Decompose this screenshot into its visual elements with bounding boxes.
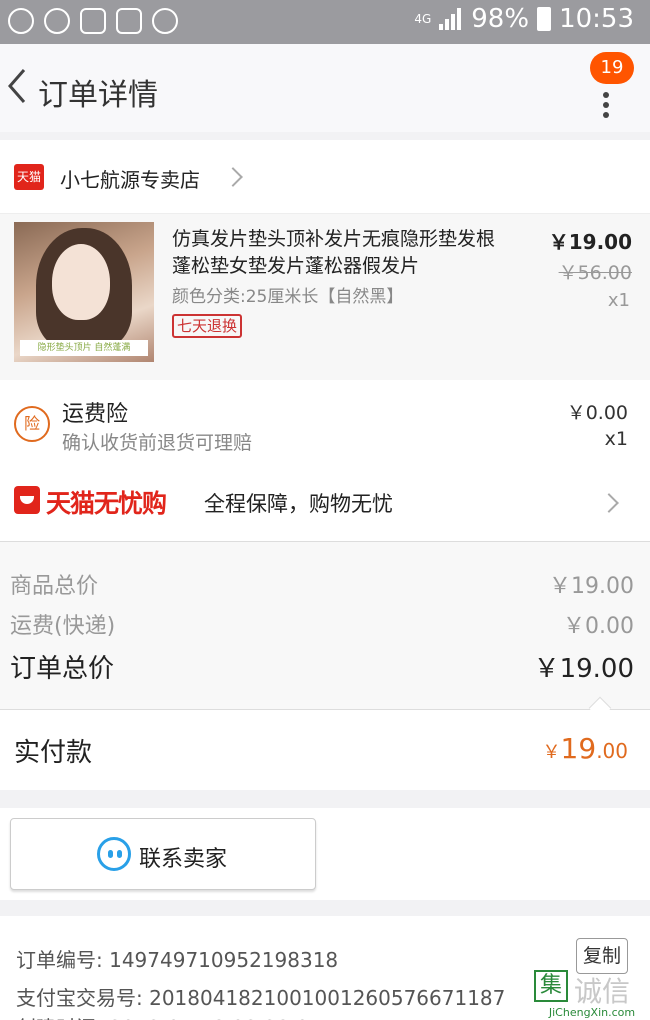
notification-badge: 19 — [590, 52, 634, 84]
product-price: ￥19.00 — [548, 230, 632, 254]
chevron-right-icon — [223, 167, 243, 187]
insurance-title: 运费险 — [62, 402, 129, 427]
tmall-wuyou-row[interactable]: 天猫无忧购 全程保障，购物无忧 — [0, 464, 650, 542]
tmall-wuyou-icon — [14, 486, 40, 514]
insurance-icon: 险 — [14, 406, 50, 442]
product-image: 隐形垫头顶片 自然蓬满 — [14, 222, 154, 362]
qq-icon — [152, 8, 178, 34]
shipping-value: ￥0.00 — [563, 614, 634, 639]
clock-icon — [116, 8, 142, 34]
created-time: 创建时间: 2018-04-18 08:28:01 — [16, 1012, 322, 1020]
product-quantity: x1 — [607, 290, 630, 311]
contact-seller-button[interactable]: 联系卖家 — [10, 818, 316, 890]
image-icon — [80, 8, 106, 34]
chevron-right-icon — [599, 493, 619, 513]
battery-percent: 98% — [471, 4, 530, 34]
actual-payment-amount: ￥19.00 — [542, 732, 628, 765]
shipping-label: 运费(快递) — [10, 614, 116, 639]
shipping-insurance: 险 运费险 确认收货前退货可理赔 ￥0.00 x1 — [0, 380, 650, 464]
contact-section: 联系卖家 — [0, 808, 650, 900]
watermark-text: 诚信 — [574, 975, 631, 1008]
product-spec: 颜色分类:25厘米长【自然黑】 — [172, 287, 404, 307]
contact-seller-label: 联系卖家 — [139, 847, 228, 872]
chat-icon — [97, 837, 131, 871]
signal-icon — [439, 8, 463, 30]
back-arrow-icon[interactable] — [4, 66, 32, 106]
order-total-value: ￥19.00 — [533, 654, 634, 684]
price-summary: 商品总价 ￥19.00 运费(快递) ￥0.00 订单总价 ￥19.00 — [0, 542, 650, 720]
status-bar: 4G 98% 10:53 — [0, 0, 650, 44]
insurance-quantity: x1 — [604, 428, 628, 450]
tmall-logo-icon: 天猫 — [14, 164, 44, 190]
actual-payment: 实付款 ￥19.00 — [0, 710, 650, 790]
goods-total-label: 商品总价 — [10, 574, 99, 599]
copy-button[interactable]: 复制 — [576, 938, 628, 974]
tmall-wuyou-brand: 天猫无忧购 — [46, 489, 167, 518]
battery-icon — [537, 7, 552, 31]
order-total-label: 订单总价 — [10, 654, 115, 684]
watermark: 集 诚信 JiChengXin.com — [534, 970, 650, 1020]
order-item[interactable]: 隐形垫头顶片 自然蓬满 仿真发片垫头顶补发片无痕隐形垫发根蓬松垫女垫发片蓬松器假… — [0, 214, 650, 380]
return-policy-tag: 七天退换 — [172, 314, 243, 338]
insurance-price: ￥0.00 — [566, 402, 628, 424]
tmall-wuyou-text: 全程保障，购物无忧 — [204, 492, 393, 516]
shop-name: 小七航源专卖店 — [60, 168, 200, 192]
watermark-logo: 集 — [534, 970, 568, 1002]
apps-icon — [44, 8, 70, 34]
product-image-caption: 隐形垫头顶片 自然蓬满 — [20, 340, 148, 356]
product-original-price: ￥56.00 — [558, 262, 632, 284]
clock-time: 10:53 — [559, 4, 634, 34]
network-type: 4G — [414, 12, 432, 26]
notification-icons — [8, 8, 178, 34]
order-number: 订单编号: 149749710952198318 — [16, 948, 339, 972]
add-icon — [8, 8, 34, 34]
watermark-url: JiChengXin.com — [548, 1006, 636, 1019]
alipay-transaction-number: 支付宝交易号: 2018041821001001260576671187 — [16, 986, 506, 1010]
page-title: 订单详情 — [38, 78, 158, 113]
app-header: 订单详情 — [0, 44, 650, 132]
product-name: 仿真发片垫头顶补发片无痕隐形垫发根蓬松垫女垫发片蓬松器假发片 — [172, 228, 496, 277]
shop-row[interactable]: 天猫 小七航源专卖店 — [0, 140, 650, 214]
goods-total-value: ￥19.00 — [549, 574, 634, 599]
insurance-subtitle: 确认收货前退货可理赔 — [62, 432, 253, 454]
actual-payment-label: 实付款 — [14, 738, 93, 768]
